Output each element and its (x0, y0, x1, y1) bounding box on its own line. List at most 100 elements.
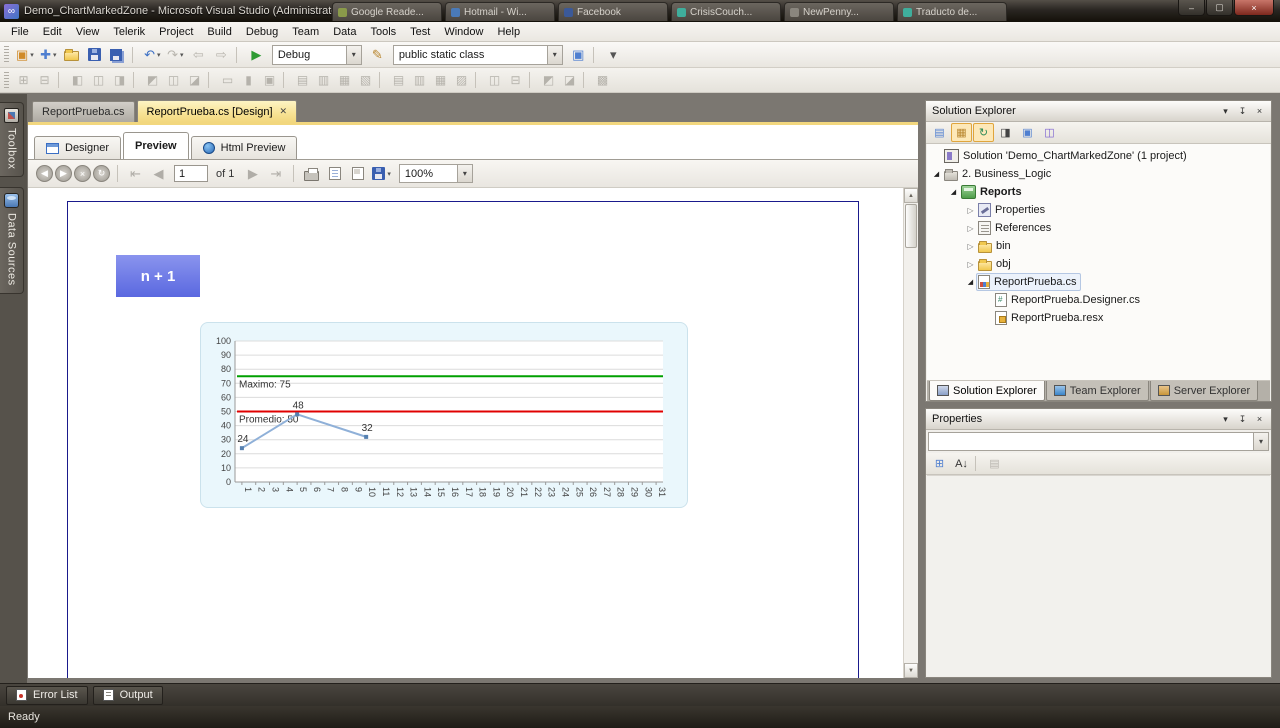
debug-configuration-combo[interactable]: Debug (271, 44, 362, 65)
tab-order-button[interactable]: ▩ (593, 71, 612, 89)
tree-item[interactable]: Solution 'Demo_ChartMarkedZone' (1 proje… (927, 147, 1270, 165)
align-tops-button[interactable]: ◩ (143, 71, 162, 89)
add-item-button[interactable]: ✚ (38, 44, 59, 65)
tree-item-content[interactable]: Solution 'Demo_ChartMarkedZone' (1 proje… (942, 147, 1191, 165)
decrease-horizontal-spacing-button[interactable]: ▦ (335, 71, 354, 89)
layout-toolbar-button[interactable] (583, 72, 589, 88)
combo-dropdown-icon[interactable] (345, 45, 361, 64)
navigate-backward-button[interactable]: ⇦ (188, 44, 209, 65)
tree-item-content[interactable]: obj (976, 256, 1015, 273)
find-in-files-button[interactable]: ▣ (568, 44, 589, 65)
equal-horizontal-spacing-button[interactable]: ▤ (293, 71, 312, 89)
menu-item[interactable]: Help (490, 22, 527, 41)
tree-item[interactable]: ◢ 2. Business_Logic (927, 165, 1270, 183)
save-all-button[interactable] (107, 44, 128, 65)
next-page-button[interactable]: ▶ (242, 163, 263, 184)
dock-tab-data-sources[interactable]: Data Sources (0, 187, 24, 295)
forward-button[interactable]: ▶ (55, 165, 72, 182)
property-pages-button[interactable]: ▤ (984, 454, 1005, 473)
member-navigation-combo[interactable]: public static class (392, 44, 563, 65)
tree-item[interactable]: ▷ obj (927, 255, 1270, 273)
auto-hide-pin-button[interactable]: ↧ (1235, 104, 1250, 118)
export-button[interactable] (370, 163, 393, 184)
layout-toolbar-button[interactable] (58, 72, 64, 88)
menu-item[interactable]: Data (326, 22, 363, 41)
expander-icon[interactable]: ▷ (965, 206, 976, 215)
tree-item-content[interactable]: bin (976, 238, 1015, 255)
layout-toolbar-button[interactable] (283, 72, 289, 88)
tree-item-content[interactable]: ReportPrueba.resx (993, 309, 1107, 327)
background-tab[interactable]: NewPenny... (784, 2, 894, 21)
output-button[interactable]: Output (92, 685, 163, 705)
tab-designer[interactable]: Designer (34, 136, 122, 159)
panel-tab-solution-explorer[interactable]: Solution Explorer (929, 381, 1045, 401)
scrollbar-thumb[interactable] (905, 204, 917, 248)
minimize-button[interactable]: – (1178, 0, 1205, 16)
zoom-combo[interactable]: 100% (398, 164, 473, 183)
align-lefts-button[interactable]: ◧ (68, 71, 87, 89)
layout-toolbar-button[interactable] (529, 72, 535, 88)
save-button[interactable] (84, 44, 105, 65)
menu-item[interactable]: Window (437, 22, 490, 41)
view-code-button[interactable]: ◨ (995, 123, 1016, 142)
background-tab[interactable]: Traducto de... (897, 2, 1007, 21)
increase-horizontal-spacing-button[interactable]: ▥ (314, 71, 333, 89)
center-horizontally-button[interactable]: ◫ (485, 71, 504, 89)
layout-toolbar-button[interactable] (133, 72, 139, 88)
tree-item-content[interactable]: ReportPrueba.cs (976, 273, 1081, 291)
decrease-vertical-spacing-button[interactable]: ▦ (431, 71, 450, 89)
refresh-button[interactable]: ↻ (93, 165, 110, 182)
maximize-button[interactable]: ▢ (1206, 0, 1233, 16)
doc-tab-reportprueba-cs[interactable]: ReportPrueba.cs (32, 101, 135, 122)
print-layout-button[interactable] (324, 163, 345, 184)
panel-tab-server-explorer[interactable]: Server Explorer (1149, 381, 1259, 401)
background-tab[interactable]: CrisisCouch... (671, 2, 781, 21)
doc-tab-reportprueba-design[interactable]: ReportPrueba.cs [Design] (136, 100, 298, 122)
tree-item[interactable]: ◢ ReportPrueba.cs (927, 273, 1270, 291)
make-same-width-button[interactable]: ▭ (218, 71, 237, 89)
tree-item-content[interactable]: References (976, 219, 1055, 237)
panel-tab-team-explorer[interactable]: Team Explorer (1045, 381, 1149, 401)
expander-icon[interactable]: ▷ (965, 224, 976, 233)
combo-dropdown-icon[interactable] (1253, 433, 1268, 450)
combo-dropdown-icon[interactable] (546, 45, 562, 64)
menu-item[interactable]: File (4, 22, 36, 41)
start-debugging-button[interactable]: ▶ (246, 44, 267, 65)
tree-item[interactable]: ReportPrueba.Designer.cs (927, 291, 1270, 309)
refresh-button[interactable]: ↻ (973, 123, 994, 142)
properties-window-button[interactable]: ▤ (929, 123, 950, 142)
toolbar-button[interactable] (235, 46, 242, 63)
show-grid-button[interactable]: ⊟ (35, 71, 54, 89)
toolbar-button[interactable] (592, 46, 599, 63)
expander-icon[interactable]: ▷ (965, 260, 976, 269)
tree-item-content[interactable]: 2. Business_Logic (942, 166, 1055, 183)
stop-button[interactable]: × (74, 165, 91, 182)
categorized-button[interactable]: ⊞ (929, 454, 950, 473)
close-tab-icon[interactable] (280, 106, 288, 117)
combo-dropdown-icon[interactable] (456, 165, 472, 182)
tree-item[interactable]: ▷ References (927, 219, 1270, 237)
last-page-button[interactable]: ⇥ (265, 163, 286, 184)
show-all-files-button[interactable]: ▦ (951, 123, 972, 142)
close-button[interactable]: × (1252, 104, 1267, 118)
tab-preview[interactable]: Preview (123, 132, 189, 159)
menu-item[interactable]: Telerik (106, 22, 152, 41)
view-class-diagram-button[interactable]: ◫ (1039, 123, 1060, 142)
expander-icon[interactable]: ◢ (931, 170, 942, 178)
scroll-up-icon[interactable] (904, 188, 918, 203)
tree-item-content[interactable]: ReportPrueba.Designer.cs (993, 291, 1144, 309)
window-position-button[interactable]: ▾ (1218, 412, 1233, 426)
align-middles-button[interactable]: ◫ (164, 71, 183, 89)
menu-item[interactable]: Edit (36, 22, 69, 41)
first-page-button[interactable]: ⇤ (125, 163, 146, 184)
menu-item[interactable]: Project (152, 22, 200, 41)
scroll-down-icon[interactable] (904, 663, 918, 678)
previous-page-button[interactable]: ◀ (148, 163, 169, 184)
tree-item[interactable]: ▷ Properties (927, 201, 1270, 219)
remove-vertical-spacing-button[interactable]: ▨ (452, 71, 471, 89)
equal-vertical-spacing-button[interactable]: ▤ (389, 71, 408, 89)
make-same-height-button[interactable]: ▮ (239, 71, 258, 89)
increase-vertical-spacing-button[interactable]: ▥ (410, 71, 429, 89)
expander-icon[interactable]: ◢ (948, 188, 959, 196)
expander-icon[interactable]: ▷ (965, 242, 976, 251)
